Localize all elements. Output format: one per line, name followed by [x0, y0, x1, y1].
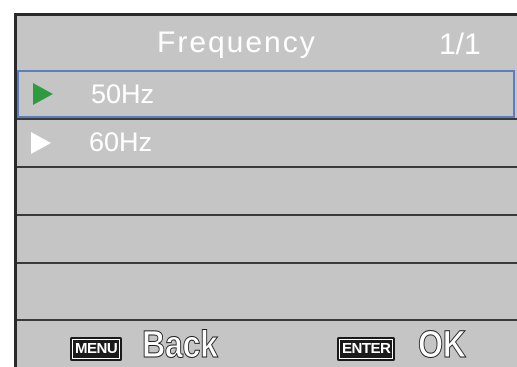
frequency-options-list: 50Hz 60Hz	[17, 70, 517, 310]
option-label: 60Hz	[89, 127, 153, 157]
option-60hz[interactable]: 60Hz	[17, 118, 517, 166]
option-label: 50Hz	[91, 79, 155, 109]
white-play-arrow-icon	[31, 132, 51, 154]
footer-bar: MENU Back ENTER OK	[17, 319, 517, 367]
option-50hz[interactable]: 50Hz	[17, 70, 515, 118]
back-button[interactable]: Back	[142, 324, 219, 367]
green-play-arrow-icon	[33, 83, 53, 105]
ok-button[interactable]: OK	[418, 324, 467, 367]
empty-row	[17, 166, 517, 214]
page-indicator: 1/1	[439, 28, 481, 61]
empty-row	[17, 214, 517, 262]
title-bar: Frequency 1/1	[17, 16, 517, 70]
menu-title: Frequency	[157, 26, 317, 59]
enter-key-icon[interactable]: ENTER	[337, 337, 396, 361]
frequency-menu-screen: Frequency 1/1 50Hz 60Hz MENU Back ENTER …	[14, 13, 517, 367]
menu-key-icon[interactable]: MENU	[70, 337, 123, 361]
empty-row	[17, 262, 517, 310]
